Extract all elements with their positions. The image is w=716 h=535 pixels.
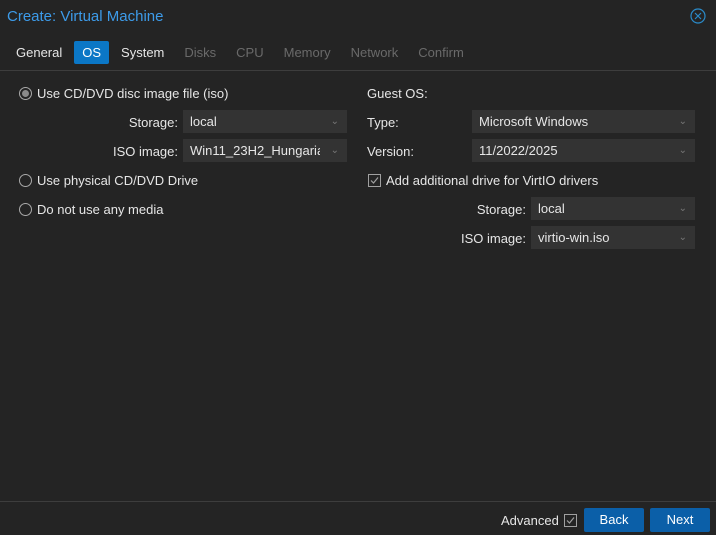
footer-divider <box>0 501 716 502</box>
virtio-storage-value: local <box>538 201 565 216</box>
radio-use-iso[interactable]: Use CD/DVD disc image file (iso) <box>19 86 228 101</box>
radio-no-media[interactable]: Do not use any media <box>19 202 163 217</box>
chevron-down-icon: ⌄ <box>330 145 339 156</box>
storage-value: local <box>190 114 217 129</box>
tab-divider <box>0 70 716 71</box>
tab-confirm: Confirm <box>418 45 464 60</box>
radio-selected-icon <box>19 87 32 100</box>
radio-unselected-icon <box>19 203 32 216</box>
tab-general[interactable]: General <box>8 41 70 64</box>
tab-cpu: CPU <box>236 45 264 60</box>
checkmark-icon <box>368 174 381 187</box>
advanced-checkbox[interactable]: Advanced <box>501 513 577 528</box>
version-label: Version: <box>367 144 414 159</box>
tab-memory: Memory <box>283 45 331 60</box>
next-button[interactable]: Next <box>650 508 710 532</box>
os-type-value: Microsoft Windows <box>479 114 589 129</box>
virtio-checkbox-label: Add additional drive for VirtIO drivers <box>386 173 599 188</box>
os-version-select[interactable]: 11/2022/2025 ⌄ <box>472 139 695 162</box>
radio-use-iso-label: Use CD/DVD disc image file (iso) <box>37 86 229 101</box>
virtio-checkbox[interactable]: Add additional drive for VirtIO drivers <box>368 173 598 188</box>
os-version-value: 11/2022/2025 <box>479 143 558 158</box>
virtio-iso-select[interactable]: virtio-win.iso ⌄ <box>531 226 695 249</box>
iso-image-label: ISO image: <box>112 144 178 159</box>
wizard-tabs: General OS System Disks CPU Memory Netwo… <box>8 41 476 64</box>
storage-select[interactable]: local ⌄ <box>183 110 347 133</box>
chevron-down-icon: ⌄ <box>330 116 339 127</box>
radio-physical-drive[interactable]: Use physical CD/DVD Drive <box>19 173 198 188</box>
virtio-storage-select[interactable]: local ⌄ <box>531 197 695 220</box>
virtio-iso-value: virtio-win.iso <box>538 230 610 245</box>
tab-disks: Disks <box>184 45 217 60</box>
iso-image-value: Win11_23H2_Hungarian <box>190 143 320 158</box>
chevron-down-icon: ⌄ <box>678 232 687 243</box>
storage-label: Storage: <box>128 115 178 130</box>
type-label: Type: <box>367 115 399 130</box>
chevron-down-icon: ⌄ <box>678 203 687 214</box>
chevron-down-icon: ⌄ <box>678 145 687 156</box>
chevron-down-icon: ⌄ <box>678 116 687 127</box>
radio-physical-drive-label: Use physical CD/DVD Drive <box>37 173 199 188</box>
advanced-label: Advanced <box>501 513 559 528</box>
close-icon[interactable] <box>690 8 706 24</box>
back-button[interactable]: Back <box>584 508 644 532</box>
guest-os-heading: Guest OS: <box>367 86 428 101</box>
radio-unselected-icon <box>19 174 32 187</box>
tab-os[interactable]: OS <box>74 41 110 64</box>
virtio-storage-label: Storage: <box>476 202 526 217</box>
tab-network: Network <box>350 45 399 60</box>
dialog-title: Create: Virtual Machine <box>7 8 164 25</box>
virtio-iso-label: ISO image: <box>460 231 526 246</box>
checkmark-icon <box>563 514 577 527</box>
os-type-select[interactable]: Microsoft Windows ⌄ <box>472 110 695 133</box>
radio-no-media-label: Do not use any media <box>37 202 164 217</box>
iso-image-select[interactable]: Win11_23H2_Hungarian ⌄ <box>183 139 347 162</box>
tab-system[interactable]: System <box>113 41 172 64</box>
